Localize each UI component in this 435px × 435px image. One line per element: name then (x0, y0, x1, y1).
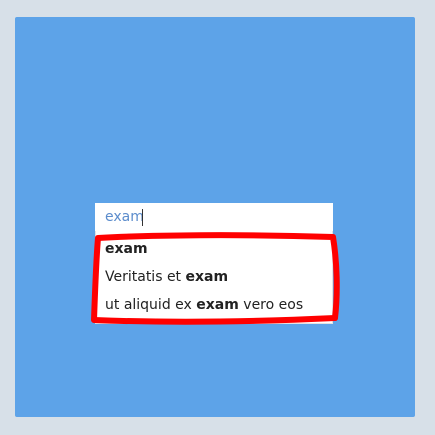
autocomplete-widget: exam Veritatis et exam ut aliquid ex exa… (95, 203, 335, 324)
text-caret (142, 209, 143, 226)
search-input[interactable] (95, 203, 333, 231)
suggestion-text-after: vero eos (238, 297, 304, 313)
suggestion-match: exam (196, 297, 239, 313)
suggestion-item[interactable]: ut aliquid ex exam vero eos (96, 291, 332, 319)
suggestion-match: exam (185, 269, 229, 285)
suggestion-text-before: Veritatis et (105, 269, 186, 285)
suggestion-list: exam Veritatis et exam ut aliquid ex exa… (95, 231, 333, 324)
suggestion-item[interactable]: exam (96, 235, 332, 263)
suggestion-text-before: ut aliquid ex (105, 297, 197, 313)
suggestion-item[interactable]: Veritatis et exam (96, 263, 332, 291)
suggestion-match: exam (105, 241, 148, 257)
